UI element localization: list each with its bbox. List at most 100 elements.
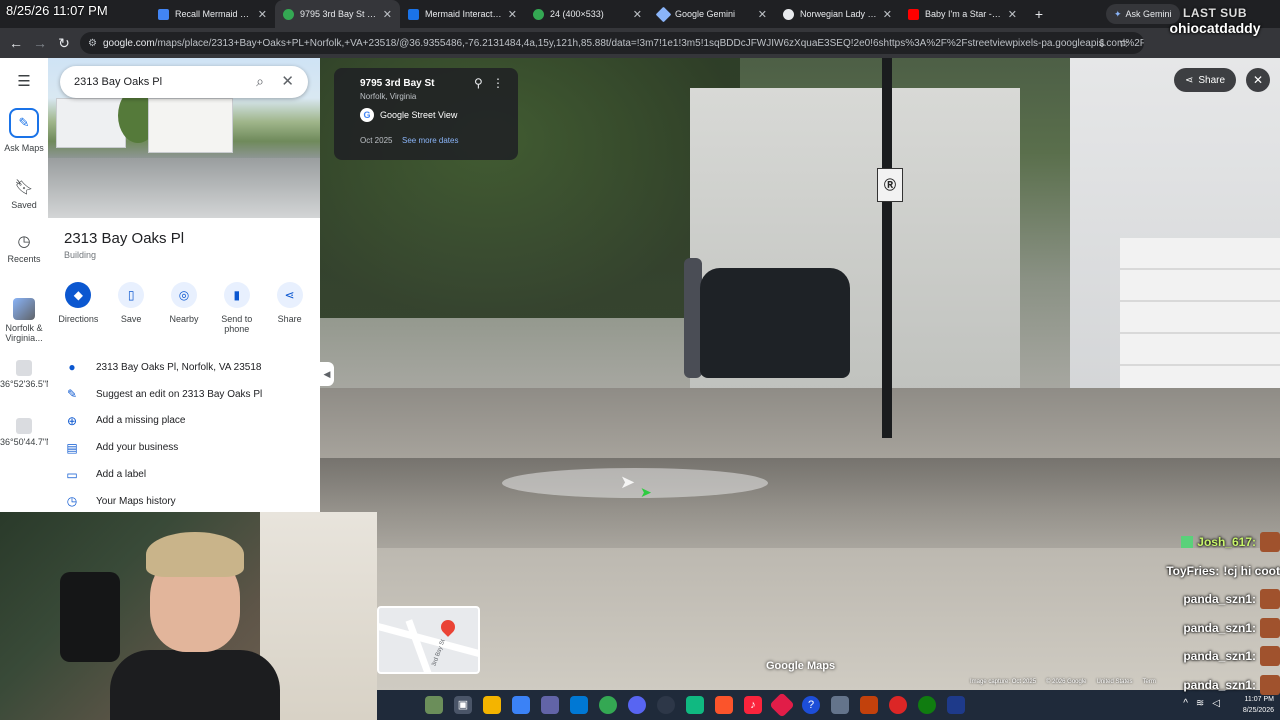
tab-favicon bbox=[408, 8, 419, 20]
close-icon[interactable]: ✕ bbox=[258, 8, 267, 21]
rail-saved[interactable]: 🔖︎ Saved bbox=[0, 178, 48, 210]
see-more-dates-link[interactable]: See more dates bbox=[402, 136, 458, 145]
rail-recent-1[interactable]: Norfolk & Virginia... bbox=[0, 298, 48, 343]
search-box[interactable]: 2313 Bay Oaks Pl ⌕ ✕ bbox=[60, 66, 308, 98]
volume-icon[interactable]: ◁ bbox=[1212, 698, 1220, 709]
url-field[interactable]: ⚙ google.com/maps/place/2313+Bay+Oaks+PL… bbox=[80, 32, 1144, 54]
app-icon[interactable] bbox=[769, 692, 795, 718]
chat-username: ToyFries: bbox=[1166, 563, 1220, 578]
mini-map[interactable]: 3rd Bay St bbox=[377, 606, 480, 674]
close-icon[interactable]: ✕ bbox=[633, 8, 642, 21]
directions-button[interactable]: ◆ Directions bbox=[53, 282, 103, 334]
rail-ask-maps[interactable]: ✎ Ask Maps bbox=[0, 108, 48, 153]
add-place-icon: ⊕ bbox=[66, 413, 78, 428]
back-icon[interactable]: ← bbox=[4, 35, 28, 51]
tab-youtube[interactable]: Baby I'm a Star - YouT ✕ bbox=[900, 0, 1025, 28]
close-icon[interactable]: ✕ bbox=[1008, 8, 1017, 21]
close-icon[interactable]: ✕ bbox=[383, 8, 392, 21]
nearby-button[interactable]: ◎ Nearby bbox=[159, 282, 209, 334]
xbox-icon[interactable] bbox=[918, 696, 936, 714]
provider-label: Google Street View bbox=[380, 110, 458, 120]
gemini-icon: ✦ bbox=[1114, 8, 1122, 19]
teams-icon[interactable] bbox=[541, 696, 559, 714]
attribution-text[interactable]: United States bbox=[1097, 679, 1133, 689]
collapse-panel-button[interactable]: ◀ bbox=[320, 362, 334, 386]
more-options-icon[interactable]: ⋮ bbox=[492, 76, 504, 90]
store-icon[interactable] bbox=[570, 696, 588, 714]
widgets-icon[interactable] bbox=[425, 696, 443, 714]
file-explorer-icon[interactable] bbox=[483, 696, 501, 714]
webcam-overlay bbox=[0, 512, 377, 720]
task-view-icon[interactable]: ▣ bbox=[454, 696, 472, 714]
new-tab-button[interactable]: + bbox=[1025, 6, 1053, 22]
save-button[interactable]: ▯ Save bbox=[106, 282, 156, 334]
chat-message: ToyFries: !cj hi coot bbox=[1140, 557, 1280, 586]
discord-icon[interactable] bbox=[628, 696, 646, 714]
navigation-arrow-icon[interactable]: ➤ bbox=[620, 472, 635, 493]
copilot-icon[interactable] bbox=[512, 696, 530, 714]
chat-message: panda_szn1: bbox=[1140, 642, 1280, 671]
obs-icon[interactable] bbox=[657, 696, 675, 714]
share-button[interactable]: ⋖ Share bbox=[265, 282, 315, 334]
chat-message: panda_szn1: bbox=[1140, 671, 1280, 700]
rail-recent-3[interactable]: 36°50'44.7"N... bbox=[0, 418, 60, 447]
app-icon[interactable] bbox=[831, 696, 849, 714]
tab-recall-mermaid[interactable]: Recall Mermaid Statue ✕ bbox=[150, 0, 275, 28]
sv-close-button[interactable]: ✕ bbox=[1246, 68, 1270, 92]
site-info-icon[interactable]: ⚙ bbox=[88, 38, 97, 49]
forward-icon[interactable]: → bbox=[28, 35, 52, 51]
tab-norwegian-lady[interactable]: Norwegian Lady Statu ✕ bbox=[775, 0, 900, 28]
steam-icon[interactable] bbox=[947, 696, 965, 714]
menu-icon[interactable]: ☰ bbox=[0, 72, 48, 94]
music-icon[interactable]: ♪ bbox=[744, 696, 762, 714]
bookmark-star-icon[interactable]: ☆ bbox=[1112, 36, 1136, 50]
close-icon[interactable]: ✕ bbox=[758, 8, 767, 21]
tab-title: Recall Mermaid Statue bbox=[175, 9, 252, 19]
bookmark-icon: ▯ bbox=[118, 282, 145, 308]
chrome-icon[interactable] bbox=[599, 696, 617, 714]
close-icon[interactable]: ✕ bbox=[281, 72, 294, 90]
add-business-row[interactable]: ▤ Add your business bbox=[48, 434, 320, 461]
close-icon[interactable]: ✕ bbox=[883, 8, 892, 21]
chevron-up-icon[interactable]: ^ bbox=[1183, 698, 1188, 709]
opera-icon[interactable] bbox=[889, 696, 907, 714]
rail-recents[interactable]: ◷ Recents bbox=[0, 232, 48, 264]
chat-emote bbox=[1260, 589, 1280, 610]
maps-history-row[interactable]: ◷ Your Maps history bbox=[48, 488, 320, 512]
address-row[interactable]: ● 2313 Bay Oaks Pl, Norfolk, VA 23518 bbox=[48, 354, 320, 381]
info-text: Add a label bbox=[96, 469, 147, 481]
rail-recent-2[interactable]: 36°52'36.5"N... bbox=[0, 360, 60, 389]
location-pin-icon[interactable]: ⚲ bbox=[474, 76, 483, 90]
add-missing-place-row[interactable]: ⊕ Add a missing place bbox=[48, 408, 320, 435]
sv-share-button[interactable]: ⋖ Share bbox=[1174, 68, 1236, 92]
label-icon: ▭ bbox=[66, 467, 78, 482]
send-to-phone-button[interactable]: ▮ Send to phone bbox=[212, 282, 262, 334]
nearby-icon: ◎ bbox=[170, 282, 197, 308]
add-label-row[interactable]: ▭ Add a label bbox=[48, 461, 320, 488]
share-icon: ⋖ bbox=[276, 282, 303, 308]
reload-icon[interactable]: ↻ bbox=[52, 35, 76, 52]
search-icon[interactable]: ⌕ bbox=[256, 73, 264, 90]
tab-mermaid-interactive[interactable]: Mermaid Interactive S ✕ bbox=[400, 0, 525, 28]
maps-left-rail: ☰ ✎ Ask Maps 🔖︎ Saved ◷ Recents Norfolk … bbox=[0, 58, 60, 512]
directions-icon: ◆ bbox=[65, 282, 92, 308]
share-label: Share bbox=[1198, 74, 1226, 86]
close-icon[interactable]: ✕ bbox=[508, 8, 517, 21]
last-sub-name: ohiocatdaddy bbox=[1169, 20, 1261, 36]
app-icon[interactable] bbox=[860, 696, 878, 714]
search-input[interactable]: 2313 Bay Oaks Pl bbox=[74, 76, 162, 88]
tab-favicon bbox=[158, 8, 169, 20]
suggest-edit-row[interactable]: ✎ Suggest an edit on 2313 Bay Oaks Pl bbox=[48, 381, 320, 408]
brave-icon[interactable] bbox=[715, 696, 733, 714]
info-text: Suggest an edit on 2313 Bay Oaks Pl bbox=[96, 388, 263, 400]
tab-image[interactable]: 24 (400×533) ✕ bbox=[525, 0, 650, 28]
tab-maps-active[interactable]: 9795 3rd Bay St - Goo ✕ bbox=[275, 0, 400, 28]
help-icon[interactable]: ? bbox=[802, 696, 820, 714]
install-icon[interactable]: ⇩ bbox=[1090, 37, 1114, 50]
google-maps-watermark: Google Maps bbox=[766, 660, 836, 672]
app-icon[interactable] bbox=[686, 696, 704, 714]
tab-gemini[interactable]: Google Gemini ✕ bbox=[650, 0, 775, 28]
place-actions: ◆ Directions ▯ Save ◎ Nearby ▮ Send to p… bbox=[48, 282, 320, 334]
rail-label: Ask Maps bbox=[4, 143, 44, 153]
wifi-icon[interactable]: ≋ bbox=[1196, 698, 1204, 709]
